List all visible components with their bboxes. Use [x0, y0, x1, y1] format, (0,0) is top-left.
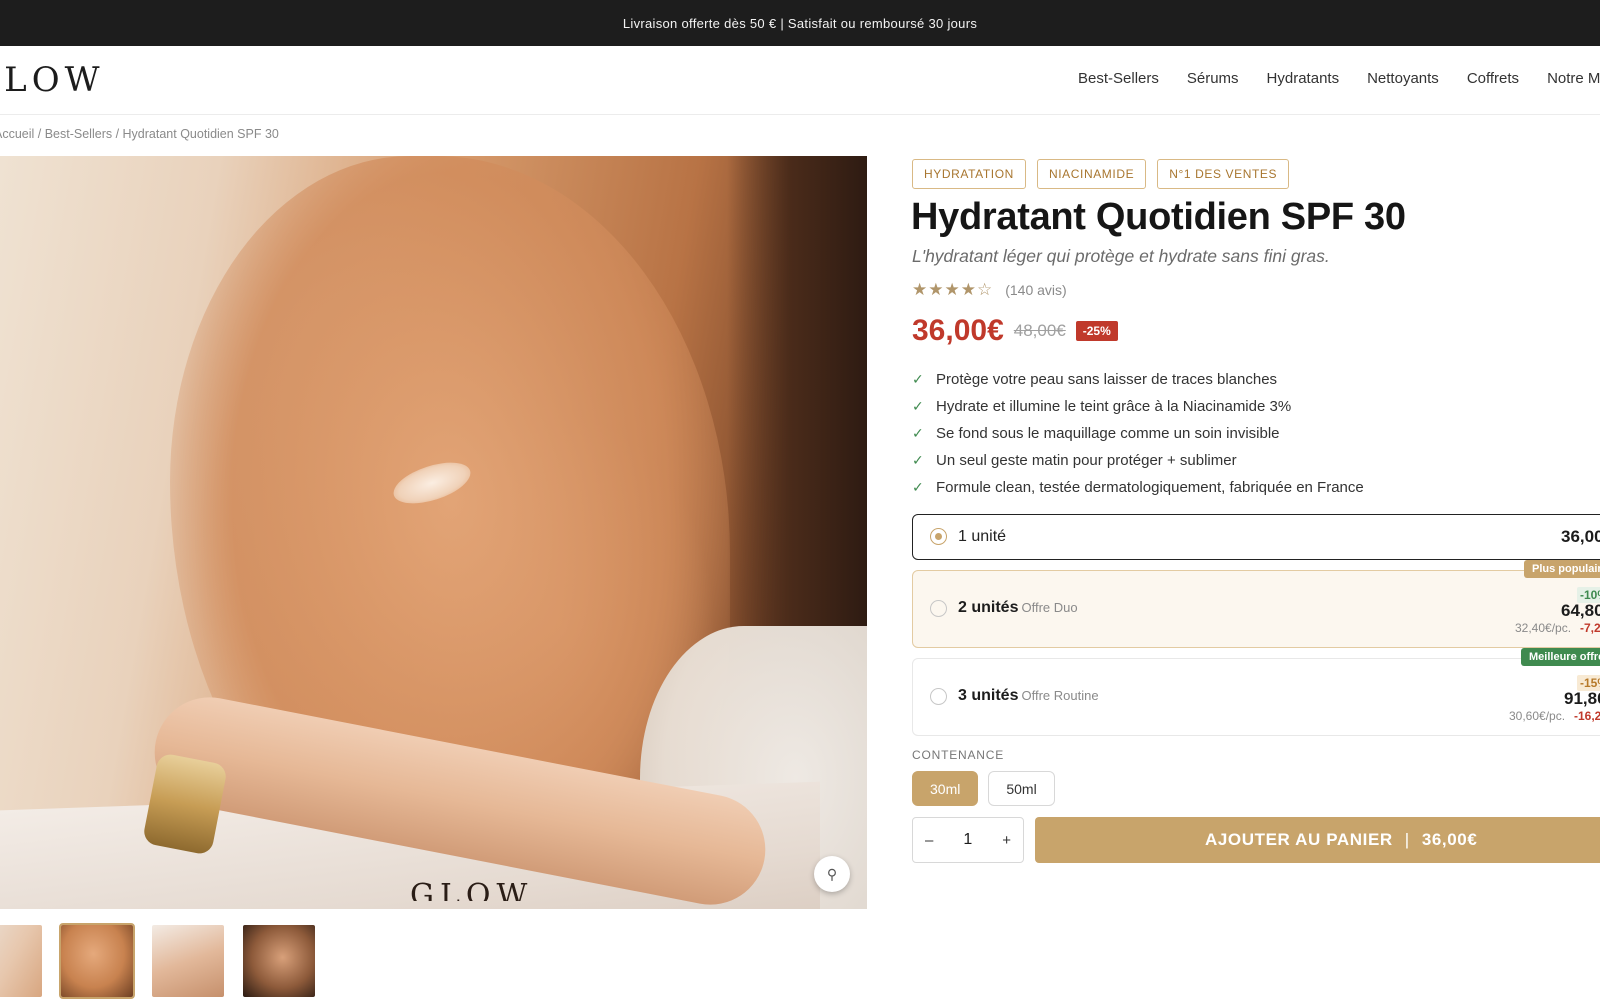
nav-item-serums[interactable]: Sérums — [1187, 70, 1239, 87]
offer-radio-selected[interactable] — [930, 528, 947, 545]
quantity-input[interactable]: 1 — [963, 831, 972, 849]
check-icon: ✓ — [912, 452, 924, 468]
offer-price: 91,80€ — [1564, 689, 1600, 708]
nav-item-best-sellers[interactable]: Best-Sellers — [1078, 70, 1159, 87]
check-icon: ✓ — [912, 425, 924, 441]
magnifier-icon: ⚲ — [826, 865, 838, 882]
announcement-bar: Livraison offerte dès 50 € | Satisfait o… — [0, 0, 1600, 46]
reviews-count[interactable]: (140 avis) — [1005, 282, 1066, 298]
offer-option-2-units[interactable]: Plus populaire 2 unitésOffre Duo -10% 64… — [912, 560, 1600, 648]
thumbnail-strip — [0, 923, 317, 999]
product-main-image[interactable] — [0, 156, 867, 909]
offer-name: 2 unités Offre Duo — [958, 599, 1078, 617]
benefit-item: ✓ Hydrate et illumine le teint grâce à la… — [912, 393, 1364, 420]
thumbnail-4-art — [243, 925, 315, 997]
offer-price: 64,80€ — [1561, 601, 1600, 620]
offer-subtitle: Offre Duo — [1021, 600, 1078, 615]
add-to-cart-price: 36,00€ — [1421, 830, 1478, 849]
offer-radio[interactable] — [930, 688, 947, 705]
offer-name-text: 2 unités — [958, 599, 1019, 616]
current-price: 36,00€ — [912, 314, 1004, 347]
offer-unit-price: 30,60€/pc. — [1509, 709, 1566, 723]
benefit-item: ✓ Un seul geste matin pour protéger + sub… — [912, 447, 1364, 474]
offer-price: 36,00€ — [1561, 527, 1600, 546]
offer-name: 3 unités Offre Routine — [958, 687, 1099, 705]
size-option-30ml[interactable]: 30ml — [912, 771, 979, 806]
tag-best-seller: N°1 DES VENTES — [1157, 159, 1290, 189]
size-selector: 30ml 50ml — [912, 771, 1055, 806]
offer-savings: -16,20€ — [1574, 709, 1600, 723]
offer-savings: -7,20€ — [1580, 621, 1600, 635]
nav-item-notre-mission[interactable]: Notre Mission — [1547, 70, 1600, 87]
benefit-item: ✓ Formule clean, testée dermatologiquemen… — [912, 474, 1364, 501]
main-nav: Best-Sellers Sérums Hydratants Nettoyant… — [1078, 70, 1600, 87]
offer-subtitle: Offre Routine — [1021, 688, 1099, 703]
benefit-item: ✓ Protège votre peau sans laisser de trac… — [912, 366, 1364, 393]
add-to-cart-separator: | — [1404, 830, 1410, 849]
benefit-item: ✓ Se fond sous le maquillage comme un soi… — [912, 420, 1364, 447]
size-label: CONTENANCE — [912, 748, 1005, 762]
product-title: Hydratant Quotidien SPF 30 — [911, 196, 1406, 238]
add-to-cart-label: AJOUTER AU PANIER — [1205, 830, 1393, 849]
price-row: 36,00€ 48,00€ -25% — [912, 314, 1118, 348]
thumbnail-1-art — [0, 925, 42, 997]
offer-badge-popular: Plus populaire — [1524, 560, 1600, 578]
breadcrumb-category[interactable]: Best-Sellers — [45, 127, 112, 141]
nav-item-hydratants[interactable]: Hydratants — [1267, 70, 1340, 87]
thumbnail-2-art — [61, 925, 133, 997]
benefits-list: ✓ Protège votre peau sans laisser de trac… — [912, 366, 1364, 501]
thumbnail-2[interactable] — [59, 923, 135, 999]
breadcrumb: Accueil / Best-Sellers / Hydratant Quoti… — [0, 127, 279, 141]
quantity-decrease-button[interactable]: – — [925, 832, 933, 849]
add-to-cart-button[interactable]: AJOUTER AU PANIER | 36,00€ — [1035, 817, 1600, 863]
breadcrumb-current: Hydratant Quotidien SPF 30 — [122, 127, 279, 141]
zoom-button[interactable]: ⚲ — [814, 856, 850, 892]
check-icon: ✓ — [912, 398, 924, 414]
nav-item-coffrets[interactable]: Coffrets — [1467, 70, 1519, 87]
offer-unit-price: 32,40€/pc. — [1515, 621, 1572, 635]
offer-name-text: 3 unités — [958, 687, 1019, 704]
benefit-text: Un seul geste matin pour protéger + subl… — [936, 452, 1237, 469]
quantity-stepper: – 1 + — [912, 817, 1024, 863]
star-rating-icon: ★★★★☆ — [912, 280, 994, 299]
quantity-increase-button[interactable]: + — [1002, 832, 1011, 849]
check-icon: ✓ — [912, 479, 924, 495]
product-subtitle: L'hydratant léger qui protège et hydrate… — [912, 246, 1330, 266]
site-header: GLOW Best-Sellers Sérums Hydratants Nett… — [0, 46, 1600, 115]
check-icon: ✓ — [912, 371, 924, 387]
product-tags: HYDRATATION NIACINAMIDE N°1 DES VENTES — [912, 159, 1290, 189]
thumbnail-3-art — [152, 925, 224, 997]
old-price: 48,00€ — [1013, 321, 1066, 340]
announcement-text: Livraison offerte dès 50 € | Satisfait o… — [622, 15, 978, 31]
breadcrumb-home[interactable]: Accueil — [0, 127, 34, 141]
discount-badge: -25% — [1075, 321, 1118, 341]
size-option-50ml[interactable]: 50ml — [988, 771, 1055, 806]
thumbnail-1[interactable] — [0, 923, 44, 999]
benefit-text: Formule clean, testée dermatologiquement… — [936, 479, 1364, 496]
tag-niacinamide: NIACINAMIDE — [1036, 159, 1147, 189]
thumbnail-3[interactable] — [150, 923, 226, 999]
offer-radio[interactable] — [930, 600, 947, 617]
benefit-text: Protège votre peau sans laisser de trace… — [936, 371, 1278, 388]
thumbnail-4[interactable] — [241, 923, 317, 999]
offer-badge-best: Meilleure offre — [1521, 648, 1600, 666]
site-logo[interactable]: GLOW — [0, 60, 105, 100]
product-rating[interactable]: ★★★★☆ (140 avis) — [912, 280, 1067, 300]
offer-option-1-unit[interactable]: 1 unité 36,00€ — [912, 514, 1600, 560]
offer-option-3-units[interactable]: Meilleure offre 3 unités Offre Routine -1… — [912, 648, 1600, 736]
nav-item-nettoyants[interactable]: Nettoyants — [1367, 70, 1439, 87]
benefit-text: Se fond sous le maquillage comme un soin… — [936, 425, 1280, 442]
tag-hydratation: HYDRATATION — [912, 159, 1026, 189]
benefit-text: Hydrate et illumine le teint grâce à la … — [936, 398, 1292, 415]
offer-name: 1 unité — [958, 528, 1007, 545]
